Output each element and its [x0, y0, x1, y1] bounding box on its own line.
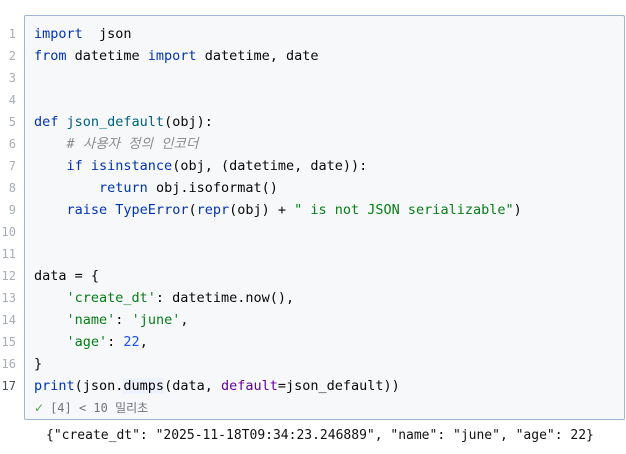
code-token: (: [188, 202, 197, 218]
code-line[interactable]: 5 def json_default(obj):: [0, 111, 625, 133]
code-line[interactable]: 7 if isinstance(obj, (datetime, date)):: [0, 155, 625, 177]
line-number: 5: [8, 115, 16, 129]
code-token: obj.isoformat(): [147, 180, 278, 196]
code-text: print(json.dumps(data, default=json_defa…: [34, 375, 400, 397]
code-line[interactable]: 14 'name': 'june',: [0, 309, 625, 331]
execution-status-text: [4] < 10 밀리초: [50, 401, 149, 415]
code-text: 'name': 'june',: [34, 309, 189, 331]
code-token: json: [82, 26, 132, 42]
line-number: 6: [8, 137, 16, 151]
code-text: }: [34, 353, 42, 375]
line-number: 14: [1, 313, 16, 327]
line-number: 4: [8, 93, 16, 107]
code-line[interactable]: 1 import json: [0, 23, 625, 45]
code-line[interactable]: 2 from datetime import datetime, date: [0, 45, 625, 67]
code-line[interactable]: 9 raise TypeError(repr(obj) + " is not J…: [0, 199, 625, 221]
code-token: (obj, (datetime, date)):: [172, 158, 368, 174]
code-token: raise: [66, 202, 116, 218]
code-token: }: [34, 356, 43, 372]
code-text: 'create_dt': datetime.now(),: [34, 287, 295, 309]
line-number: 16: [1, 357, 16, 371]
code-token: :: [107, 334, 124, 350]
line-number: 11: [1, 247, 16, 261]
line-number: 2: [8, 49, 16, 63]
code-text: return obj.isoformat(): [34, 177, 278, 199]
code-token: data = {: [34, 268, 100, 284]
code-line[interactable]: 15 'age': 22,: [0, 331, 625, 353]
code-line[interactable]: 12 data = {: [0, 265, 625, 287]
code-token: ): [513, 202, 522, 218]
code-text: if isinstance(obj, (datetime, date)):: [34, 155, 368, 177]
check-icon: ✓: [34, 401, 45, 415]
line-number: 17: [1, 379, 16, 393]
code-token: =json_default)): [277, 378, 400, 394]
code-token: : datetime.now(),: [155, 290, 295, 306]
code-text: data = {: [34, 265, 99, 287]
code-token: 'name': [66, 312, 116, 328]
code-token: ,: [180, 312, 189, 328]
line-number: 8: [8, 181, 16, 195]
code-line[interactable]: 10: [0, 221, 625, 243]
code-token: repr: [196, 202, 230, 218]
line-number: 15: [1, 335, 16, 349]
line-number: 1: [8, 27, 16, 41]
code-text: def json_default(obj):: [34, 111, 213, 133]
line-number: 9: [8, 203, 16, 217]
line-number: 3: [8, 71, 16, 85]
code-text: # 사용자 정의 인코더: [34, 133, 199, 155]
code-line[interactable]: 13 'create_dt': datetime.now(),: [0, 287, 625, 309]
code-token: default: [220, 378, 278, 394]
code-text: raise TypeError(repr(obj) + " is not JSO…: [34, 199, 522, 221]
code-token: if: [66, 158, 91, 174]
code-token: # 사용자 정의 인코더: [66, 136, 199, 152]
code-token: " is not JSON serializable": [294, 202, 514, 218]
code-text: import json: [34, 23, 132, 45]
code-token: 'june': [131, 312, 181, 328]
code-cell[interactable]: 1 import json 2 from datetime import dateti…: [0, 15, 625, 420]
code-token: 'create_dt': [66, 290, 156, 306]
code-token: (json.: [74, 378, 124, 394]
code-token: datetime, date: [196, 48, 319, 64]
code-token: (obj):: [164, 114, 213, 130]
code-line[interactable]: 6 # 사용자 정의 인코더: [0, 133, 625, 155]
execution-status: ✓ [4] < 10 밀리초: [34, 399, 148, 417]
code-line[interactable]: 3: [0, 67, 625, 89]
code-token: isinstance: [90, 158, 173, 174]
code-token: return: [99, 180, 148, 196]
code-text: from datetime import datetime, date: [34, 45, 319, 67]
code-token: (obj) +: [229, 202, 295, 218]
cell-output: {"create_dt": "2025-11-18T09:34:23.24688…: [46, 428, 594, 443]
code-token: datetime: [66, 48, 148, 64]
code-token: import: [147, 48, 197, 64]
code-line[interactable]: 8 return obj.isoformat(): [0, 177, 625, 199]
code-line[interactable]: 17 print(json.dumps(data, default=json_de…: [0, 375, 625, 397]
code-line[interactable]: 11: [0, 243, 625, 265]
code-token: ,: [139, 334, 148, 350]
code-token: def: [34, 114, 67, 130]
code-token: 22: [123, 334, 140, 350]
code-token: print: [34, 378, 75, 394]
line-number: 12: [1, 269, 16, 283]
line-number: 7: [8, 159, 16, 173]
code-token: json_default: [66, 114, 165, 130]
code-text: 'age': 22,: [34, 331, 148, 353]
code-token: (data,: [164, 378, 221, 394]
code-token: import: [34, 26, 83, 42]
code-token: from: [34, 48, 67, 64]
code-token: TypeError: [115, 202, 189, 218]
line-number: 13: [1, 291, 16, 305]
code-line[interactable]: 4: [0, 89, 625, 111]
code-token: :: [115, 312, 132, 328]
code-token: dumps: [123, 378, 165, 394]
code-line[interactable]: 16}: [0, 353, 625, 375]
code-token: 'age': [66, 334, 108, 350]
line-number: 10: [1, 225, 16, 239]
